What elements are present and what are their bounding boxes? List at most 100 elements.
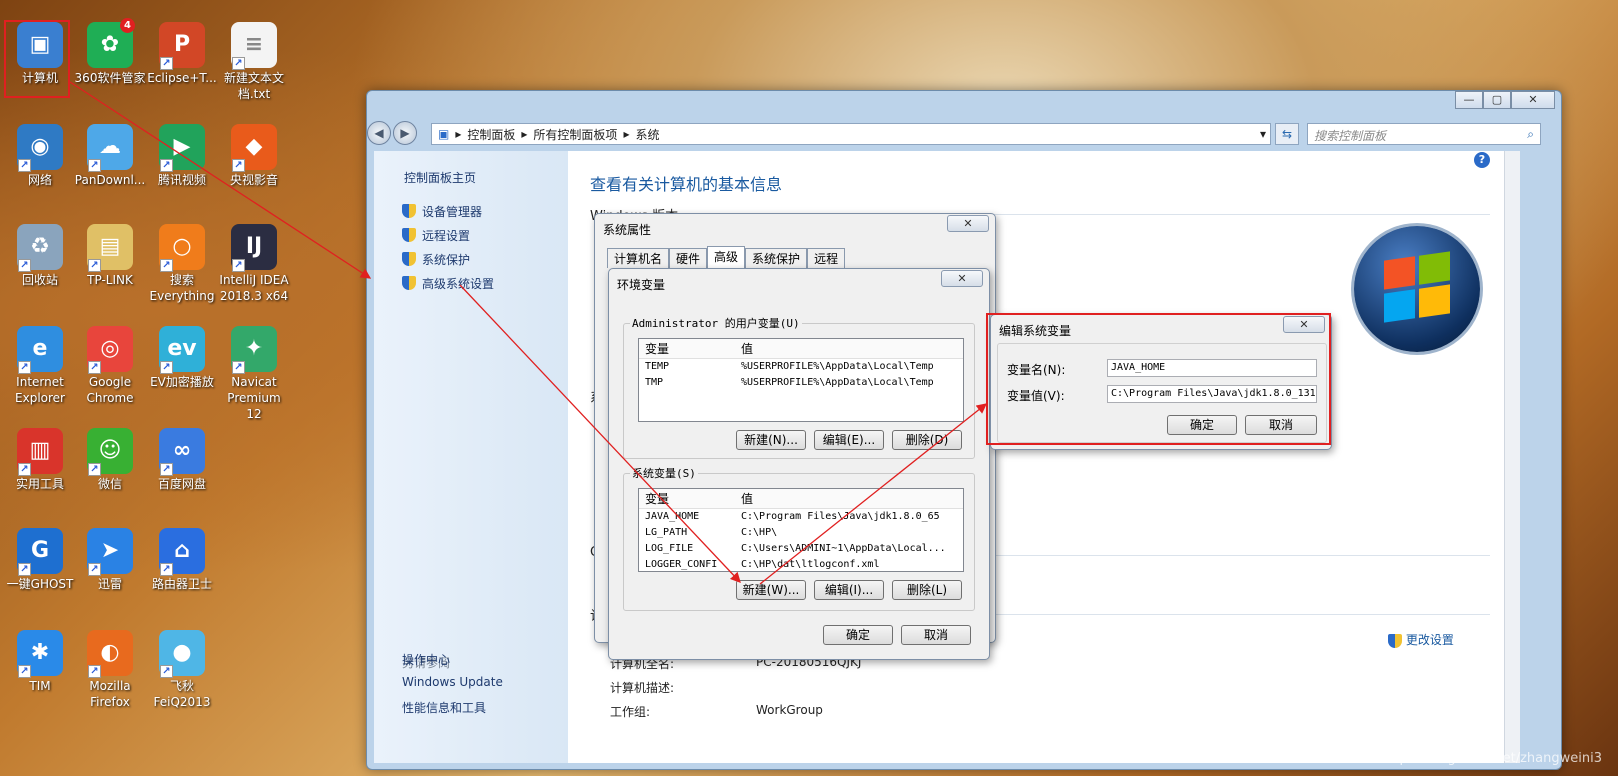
table-row[interactable]: LOGGER_CONFI C:\HP\dat\ltlogconf.xml bbox=[639, 557, 963, 571]
close-button[interactable]: ✕ bbox=[1511, 91, 1555, 109]
column-header[interactable]: 值 bbox=[735, 489, 753, 508]
desktop-icon[interactable]: e ↗ Internet Explorer bbox=[4, 326, 76, 406]
user-new-button[interactable]: 新建(N)... bbox=[736, 430, 806, 450]
desktop-icon[interactable]: IJ ↗ IntelliJ IDEA 2018.3 x64 bbox=[218, 224, 290, 304]
performance-tools-link[interactable]: 性能信息和工具 bbox=[402, 699, 486, 716]
breadcrumb-item[interactable]: 控制面板 bbox=[467, 126, 515, 143]
cancel-button[interactable]: 取消 bbox=[901, 625, 971, 645]
column-header[interactable]: 变量 bbox=[639, 489, 735, 508]
desktop-icon[interactable]: ∞ ↗ 百度网盘 bbox=[146, 428, 218, 492]
system-delete-button[interactable]: 删除(L) bbox=[892, 580, 962, 600]
help-icon[interactable]: ? bbox=[1474, 152, 1490, 168]
notification-badge: 4 bbox=[120, 18, 135, 33]
tab-advanced[interactable]: 高级 bbox=[707, 246, 746, 268]
vertical-scrollbar[interactable] bbox=[1504, 151, 1520, 763]
device-manager-link[interactable]: 设备管理器 bbox=[402, 199, 568, 223]
close-button[interactable]: ✕ bbox=[947, 215, 989, 232]
back-button[interactable]: ◀ bbox=[367, 121, 391, 145]
search-icon[interactable]: ⌕ bbox=[1527, 127, 1534, 142]
app-icon: ✿ 4 bbox=[87, 18, 135, 68]
icon-label: 网络 bbox=[27, 173, 52, 187]
desktop-icon[interactable]: ☺ ↗ 微信 bbox=[74, 428, 146, 492]
table-row[interactable]: LOG_FILE C:\Users\ADMINI~1\AppData\Local.… bbox=[639, 541, 963, 557]
breadcrumb-item[interactable]: 系统 bbox=[635, 126, 659, 143]
system-edit-button[interactable]: 编辑(I)... bbox=[814, 580, 884, 600]
desktop-icon[interactable]: ♻ ↗ 回收站 bbox=[4, 224, 76, 288]
windows-logo bbox=[1354, 226, 1480, 352]
windows-update-link[interactable]: Windows Update bbox=[402, 675, 503, 689]
breadcrumb-item[interactable]: 所有控制面板项 bbox=[533, 126, 617, 143]
system-protection-link[interactable]: 系统保护 bbox=[402, 247, 568, 271]
breadcrumb-sep-icon: ▸ bbox=[455, 127, 462, 141]
icon-label: 微信 bbox=[97, 477, 122, 491]
app-icon: ▤ ↗ bbox=[87, 224, 133, 272]
system-variables-list[interactable]: 变量值 JAVA_HOME C:\Program Files\Java\jdk1.… bbox=[638, 488, 964, 572]
info-label: 计算机描述: bbox=[610, 681, 675, 695]
column-header[interactable]: 变量 bbox=[639, 339, 735, 358]
desktop-icon[interactable]: ◐ ↗ Mozilla Firefox bbox=[74, 630, 146, 710]
table-row[interactable]: LG_PATH C:\HP\ bbox=[639, 525, 963, 541]
desktop-icon[interactable]: G ↗ 一键GHOST bbox=[4, 528, 76, 592]
page-title: 查看有关计算机的基本信息 bbox=[590, 175, 783, 194]
ok-button[interactable]: 确定 bbox=[823, 625, 893, 645]
control-panel-home-link[interactable]: 控制面板主页 bbox=[404, 165, 568, 189]
desktop-icon[interactable]: ▥ ↗ 实用工具 bbox=[4, 428, 76, 492]
desktop-icon[interactable]: P ↗ Eclipse+T... bbox=[146, 22, 218, 86]
desktop-icon[interactable]: ≡ ↗ 新建文本文档.txt bbox=[218, 22, 290, 102]
cell: JAVA_HOME bbox=[645, 511, 700, 522]
desktop-icon[interactable]: ✿ 4 360软件管家 bbox=[74, 18, 146, 86]
desktop-icon[interactable]: ⌂ ↗ 路由器卫士 bbox=[146, 528, 218, 592]
desktop-icon[interactable]: ○ ↗ 搜索 Everything bbox=[146, 224, 218, 304]
app-icon: IJ ↗ bbox=[231, 224, 277, 272]
column-header[interactable]: 值 bbox=[735, 339, 753, 358]
desktop-icon[interactable]: ev ↗ EV加密播放 bbox=[146, 326, 218, 390]
icon-label: 360软件管家 bbox=[74, 71, 146, 85]
tab-hardware[interactable]: 硬件 bbox=[669, 248, 708, 268]
breadcrumb-sep-icon: ▸ bbox=[623, 127, 630, 141]
app-icon: ev ↗ bbox=[159, 326, 205, 374]
address-bar[interactable]: ▣ ▸ 控制面板 ▸ 所有控制面板项 ▸ 系统 ▾ bbox=[431, 123, 1271, 145]
refresh-icon[interactable]: ⇆ bbox=[1275, 123, 1299, 145]
remote-settings-link[interactable]: 远程设置 bbox=[402, 223, 568, 247]
app-icon: e ↗ bbox=[17, 326, 63, 374]
user-delete-button[interactable]: 删除(D) bbox=[892, 430, 962, 450]
close-button[interactable]: ✕ bbox=[941, 270, 983, 287]
system-new-button[interactable]: 新建(W)... bbox=[736, 580, 806, 600]
group-label: 系统变量(S) bbox=[630, 465, 698, 481]
user-edit-button[interactable]: 编辑(E)... bbox=[814, 430, 884, 450]
table-row[interactable]: TMP %USERPROFILE%\AppData\Local\Temp bbox=[639, 375, 963, 391]
shortcut-arrow-icon: ↗ bbox=[88, 159, 101, 172]
desktop-icon[interactable]: ✦ ↗ Navicat Premium 12 bbox=[218, 326, 290, 422]
change-settings-link[interactable]: 更改设置 bbox=[1388, 631, 1454, 648]
icon-label: 实用工具 bbox=[15, 477, 64, 491]
search-input[interactable]: 搜索控制面板 ⌕ bbox=[1307, 123, 1541, 145]
minimize-button[interactable]: — bbox=[1455, 91, 1483, 109]
forward-button[interactable]: ▶ bbox=[393, 121, 417, 145]
desktop-icon[interactable]: ▤ ↗ TP-LINK bbox=[74, 224, 146, 288]
table-row[interactable]: TEMP %USERPROFILE%\AppData\Local\Temp bbox=[639, 359, 963, 375]
advanced-system-settings-link[interactable]: 高级系统设置 bbox=[402, 271, 568, 295]
app-icon: ▶ ↗ bbox=[159, 124, 205, 172]
tab-computer-name[interactable]: 计算机名 bbox=[607, 248, 670, 268]
tab-system-protection[interactable]: 系统保护 bbox=[745, 248, 808, 268]
desktop-icon[interactable]: ✱ ↗ TIM bbox=[4, 630, 76, 694]
maximize-button[interactable]: ▢ bbox=[1483, 91, 1511, 109]
breadcrumb-sep-icon: ▸ bbox=[521, 127, 528, 141]
link-label: 高级系统设置 bbox=[422, 276, 495, 291]
desktop-icon[interactable]: ◉ ↗ 网络 bbox=[4, 124, 76, 188]
shortcut-arrow-icon: ↗ bbox=[160, 665, 173, 678]
app-icon: ➤ ↗ bbox=[87, 528, 133, 576]
shortcut-arrow-icon: ↗ bbox=[160, 57, 173, 70]
desktop-icon[interactable]: ➤ ↗ 迅雷 bbox=[74, 528, 146, 592]
table-row[interactable]: JAVA_HOME C:\Program Files\Java\jdk1.8.0_… bbox=[639, 509, 963, 525]
chevron-down-icon[interactable]: ▾ bbox=[1260, 127, 1266, 141]
desktop-icon[interactable]: ◎ ↗ Google Chrome bbox=[74, 326, 146, 406]
desktop-icon[interactable]: ● ↗ 飞秋 FeiQ2013 bbox=[146, 630, 218, 710]
user-variables-list[interactable]: 变量值 TEMP %USERPROFILE%\AppData\Local\Temp… bbox=[638, 338, 964, 422]
address-row: ◀ ▶ ▣ ▸ 控制面板 ▸ 所有控制面板项 ▸ 系统 ▾ ⇆ 搜索控制面板 ⌕ bbox=[367, 119, 1561, 149]
desktop-icon[interactable]: ▶ ↗ 腾讯视频 bbox=[146, 124, 218, 188]
desktop-icon[interactable]: ☁ ↗ PanDownl... bbox=[74, 124, 146, 188]
desktop-icon[interactable]: ◆ ↗ 央视影音 bbox=[218, 124, 290, 188]
tab-remote[interactable]: 远程 bbox=[807, 248, 846, 268]
action-center-link[interactable]: 操作中心 bbox=[402, 651, 450, 668]
